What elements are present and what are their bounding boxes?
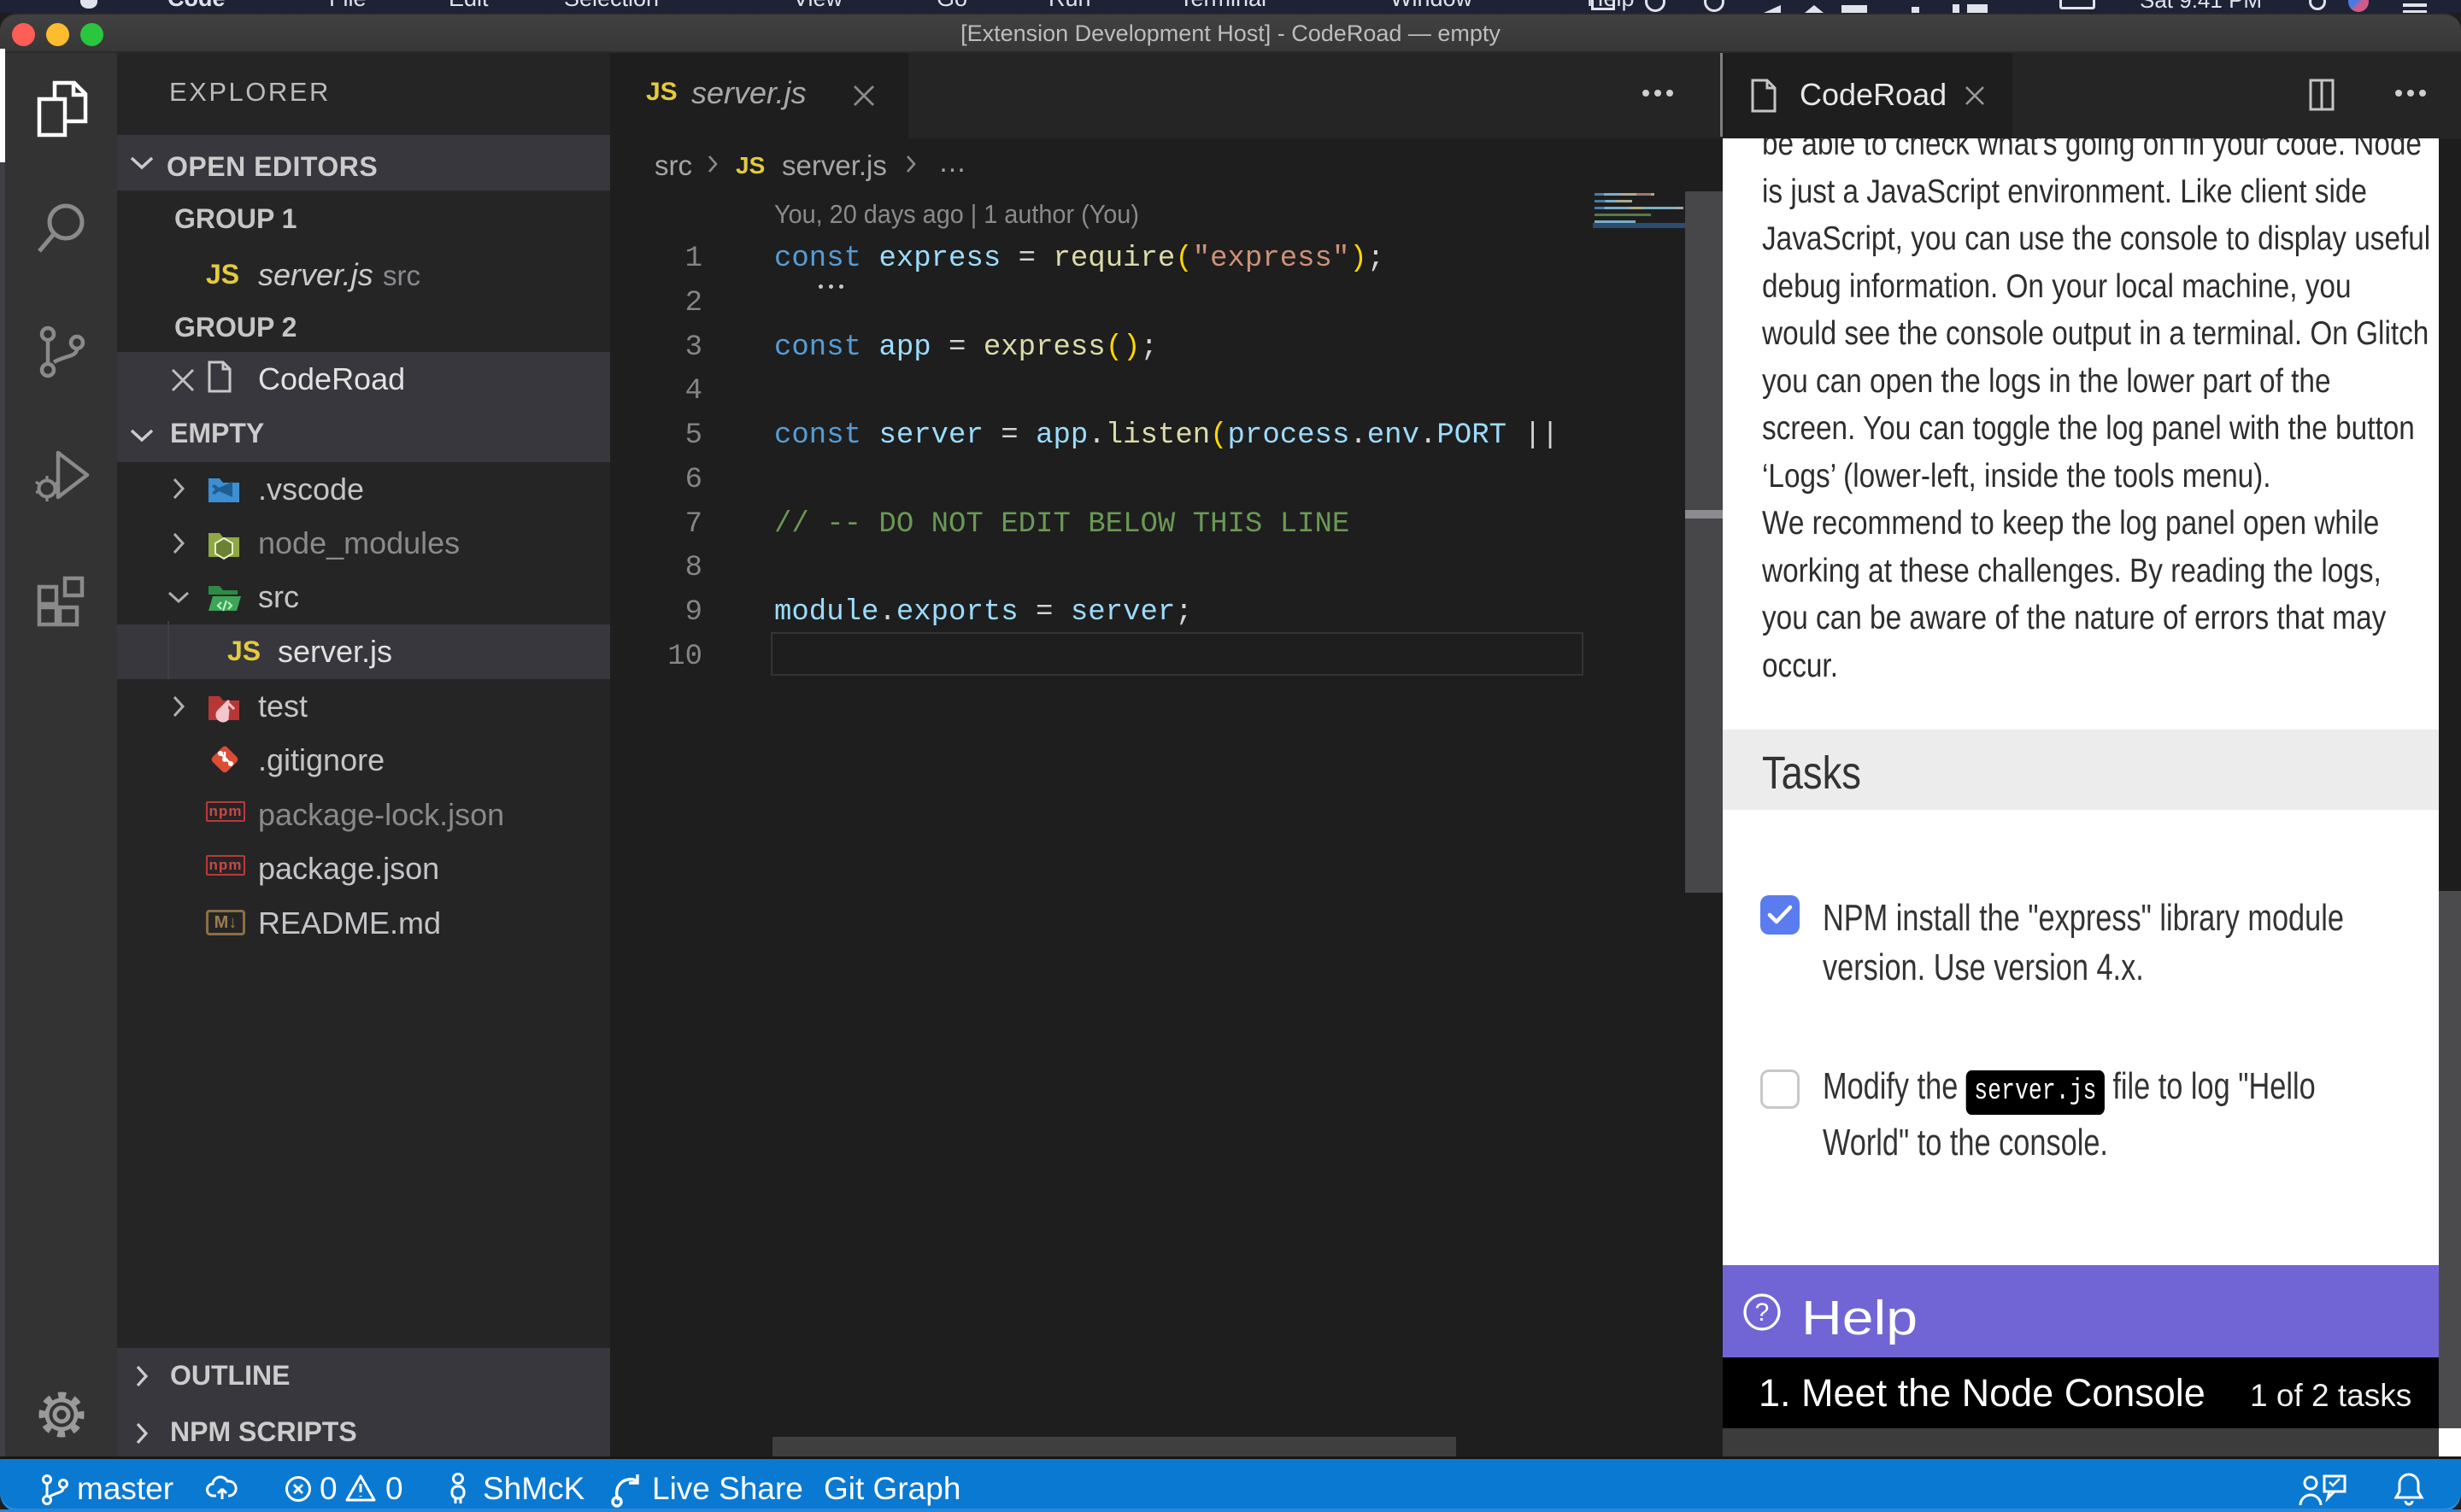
svg-text:?: ? (1755, 1298, 1770, 1327)
